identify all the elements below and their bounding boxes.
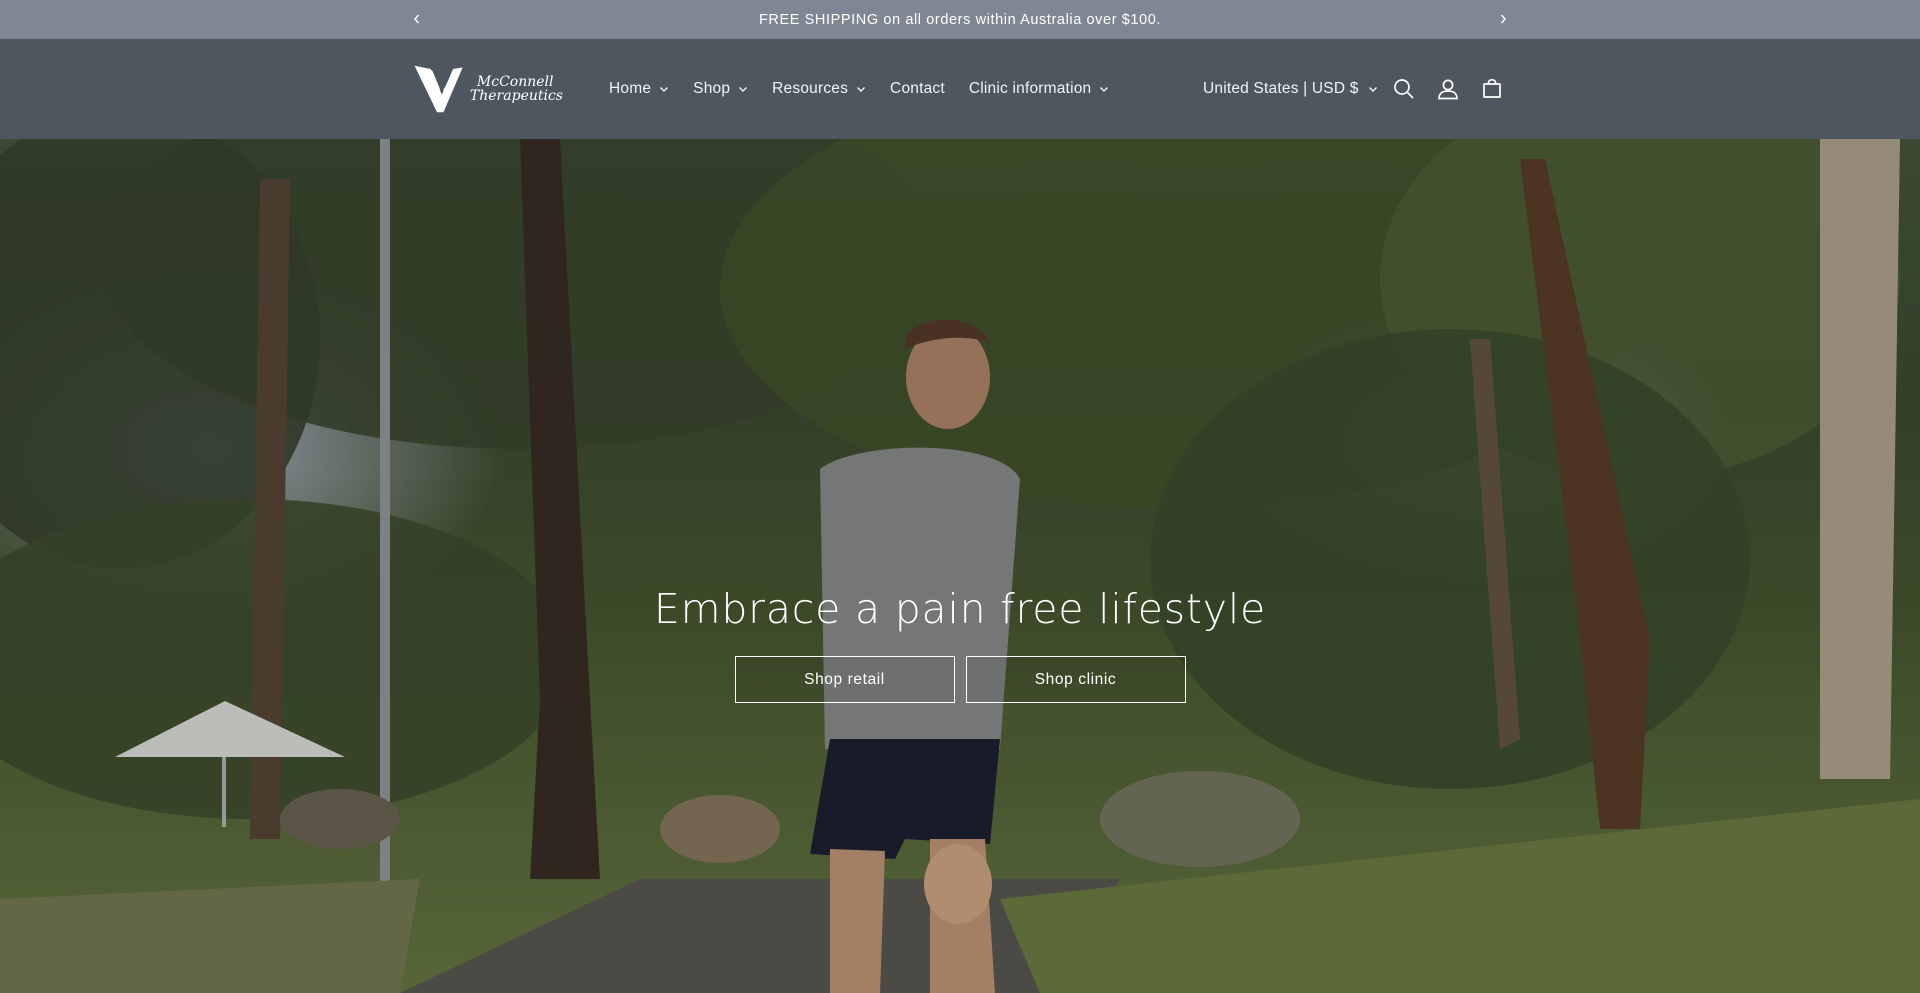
hero-buttons: Shop retail Shop clinic — [0, 656, 1920, 703]
logo-line1: McConnell — [476, 74, 554, 90]
chevron-down-icon — [738, 86, 748, 93]
country-selector-label: United States | USD $ — [1203, 80, 1359, 97]
nav-item-label: Home — [609, 80, 652, 97]
cart-button[interactable] — [1471, 68, 1513, 110]
announcement-text: FREE SHIPPING on all orders within Austr… — [758, 11, 1162, 28]
main-nav: Home Shop Resources Contact Clinic infor… — [597, 39, 1121, 139]
nav-item-clinic-information[interactable]: Clinic information — [957, 69, 1121, 109]
site-header: McConnell Therapeutics Home Shop Resourc… — [0, 39, 1920, 139]
chevron-left-icon — [414, 14, 420, 24]
announcement-prev-button[interactable] — [403, 6, 431, 32]
chevron-down-icon — [1368, 86, 1378, 93]
shop-clinic-button[interactable]: Shop clinic — [965, 656, 1186, 703]
shop-retail-button[interactable]: Shop retail — [734, 656, 955, 703]
hero-title: Embrace a pain free lifestyle — [653, 585, 1267, 633]
nav-item-label: Clinic information — [968, 80, 1092, 97]
nav-item-shop[interactable]: Shop — [681, 69, 760, 109]
account-icon — [1438, 79, 1458, 100]
announcement-bar: FREE SHIPPING on all orders within Austr… — [0, 0, 1920, 39]
country-selector[interactable]: United States | USD $ — [1191, 69, 1390, 109]
nav-item-label: Resources — [772, 80, 849, 97]
logo-link[interactable]: McConnell Therapeutics — [413, 55, 563, 123]
chevron-down-icon — [856, 86, 866, 93]
account-button[interactable] — [1427, 68, 1469, 110]
nav-item-contact[interactable]: Contact — [878, 69, 957, 109]
nav-item-label: Contact — [890, 80, 945, 97]
search-icon — [1394, 79, 1414, 99]
chevron-down-icon — [659, 86, 669, 93]
nav-item-label: Shop — [693, 80, 731, 97]
hero-banner: Embrace a pain free lifestyle Shop retai… — [0, 139, 1920, 993]
logo-line2: Therapeutics — [469, 88, 563, 104]
nav-item-resources[interactable]: Resources — [760, 69, 878, 109]
chevron-down-icon — [1099, 86, 1109, 93]
logo-mark-icon — [414, 65, 463, 113]
nav-item-home[interactable]: Home — [597, 69, 681, 109]
search-button[interactable] — [1383, 68, 1425, 110]
hero-overlay — [0, 139, 1920, 993]
chevron-right-icon — [1500, 14, 1506, 24]
cart-icon — [1483, 78, 1501, 98]
logo-wordmark: McConnell Therapeutics — [470, 75, 563, 103]
announcement-next-button[interactable] — [1489, 6, 1517, 32]
